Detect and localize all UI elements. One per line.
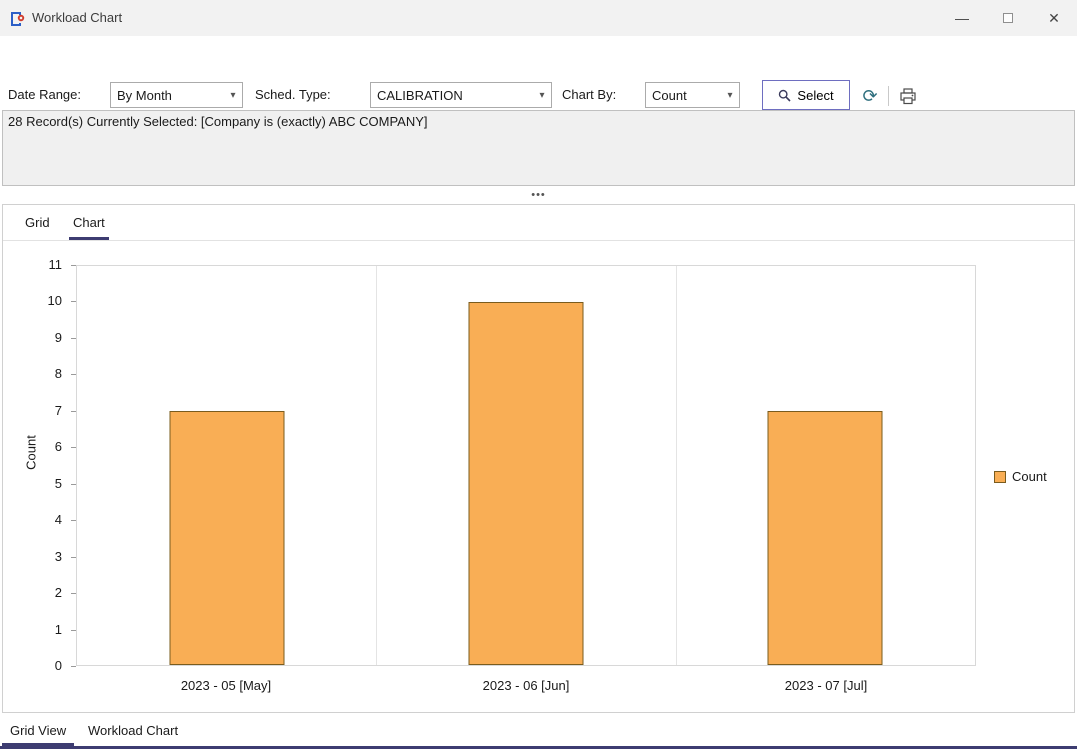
y-tick-label: 6 bbox=[3, 439, 76, 455]
search-icon bbox=[778, 89, 791, 102]
splitter-handle[interactable]: ••• bbox=[0, 186, 1077, 204]
filter-toolbar: Date Range: By Month ▾ Sched. Type: CALI… bbox=[0, 36, 1077, 108]
y-tick-label: 4 bbox=[3, 512, 76, 528]
printer-icon bbox=[899, 88, 917, 105]
view-tabs: Grid Chart bbox=[3, 205, 1074, 241]
chart-by-label: Chart By: bbox=[562, 82, 616, 108]
chevron-down-icon: ▾ bbox=[533, 90, 551, 101]
y-tick-label: 7 bbox=[3, 403, 76, 419]
y-tick-label: 3 bbox=[3, 549, 76, 565]
date-range-select[interactable]: By Month ▾ bbox=[110, 82, 243, 108]
tab-grid[interactable]: Grid bbox=[21, 205, 54, 240]
print-button[interactable] bbox=[896, 84, 920, 108]
titlebar: Workload Chart — ✕ bbox=[0, 0, 1077, 36]
chevron-down-icon: ▾ bbox=[224, 90, 242, 101]
close-button[interactable]: ✕ bbox=[1031, 0, 1077, 36]
y-tick-label: 9 bbox=[3, 330, 76, 346]
bar-series-count bbox=[469, 302, 584, 665]
gridline bbox=[676, 266, 677, 665]
y-tick-label: 0 bbox=[3, 658, 76, 674]
date-range-label: Date Range: bbox=[8, 82, 81, 108]
bar-series-count bbox=[768, 411, 883, 665]
chevron-down-icon: ▾ bbox=[721, 90, 739, 101]
app-window: Workload Chart — ✕ Date Range: By Month … bbox=[0, 0, 1077, 749]
bottom-tab-workload-chart[interactable]: Workload Chart bbox=[80, 716, 186, 746]
y-tick-label: 1 bbox=[3, 622, 76, 638]
y-tick-label: 8 bbox=[3, 366, 76, 382]
legend-swatch bbox=[994, 471, 1006, 483]
maximize-button[interactable] bbox=[985, 0, 1031, 36]
window-controls: — ✕ bbox=[939, 0, 1077, 36]
main-panel: Grid Chart Count 0 1 2 3 4 5 6 7 8 9 10 11 2023 - 0… bbox=[2, 204, 1075, 713]
plot-area bbox=[76, 265, 976, 666]
x-tick-label: 2023 - 06 [Jun] bbox=[483, 678, 570, 693]
tab-chart[interactable]: Chart bbox=[69, 205, 109, 240]
app-icon bbox=[8, 9, 26, 27]
x-tick-label: 2023 - 07 [Jul] bbox=[785, 678, 867, 693]
gridline bbox=[376, 266, 377, 665]
chart-by-select[interactable]: Count ▾ bbox=[645, 82, 740, 108]
y-axis-ticks: 01234567891011 bbox=[3, 265, 76, 666]
chart-area: Count 01234567891011 2023 - 05 [May]2023… bbox=[3, 241, 1074, 712]
x-tick-label: 2023 - 05 [May] bbox=[181, 678, 271, 693]
bottom-tab-grid-view[interactable]: Grid View bbox=[2, 716, 74, 746]
sched-type-label: Sched. Type: bbox=[255, 82, 331, 108]
y-tick-label: 10 bbox=[3, 293, 76, 309]
window-title: Workload Chart bbox=[32, 10, 122, 25]
x-axis-labels: 2023 - 05 [May] 2023 - 06 [Jun] 2023 - 07 … bbox=[76, 678, 976, 698]
refresh-icon: ⟳ bbox=[862, 87, 877, 105]
maximize-icon bbox=[1003, 13, 1013, 23]
chart-legend: Count bbox=[994, 469, 1047, 484]
legend-label: Count bbox=[1012, 469, 1047, 484]
sched-type-select[interactable]: CALIBRATION ▾ bbox=[370, 82, 552, 108]
minimize-button[interactable]: — bbox=[939, 0, 985, 36]
record-filter-status: 28 Record(s) Currently Selected: [Compan… bbox=[2, 110, 1075, 186]
y-tick-label: 11 bbox=[3, 257, 76, 273]
toolbar-separator bbox=[888, 86, 889, 106]
select-button[interactable]: Select bbox=[762, 80, 850, 110]
refresh-button[interactable]: ⟳ bbox=[858, 84, 882, 108]
document-tabs: Grid View Workload Chart bbox=[0, 716, 1077, 749]
y-tick-label: 2 bbox=[3, 585, 76, 601]
y-tick-label: 5 bbox=[3, 476, 76, 492]
bar-series-count bbox=[169, 411, 284, 665]
